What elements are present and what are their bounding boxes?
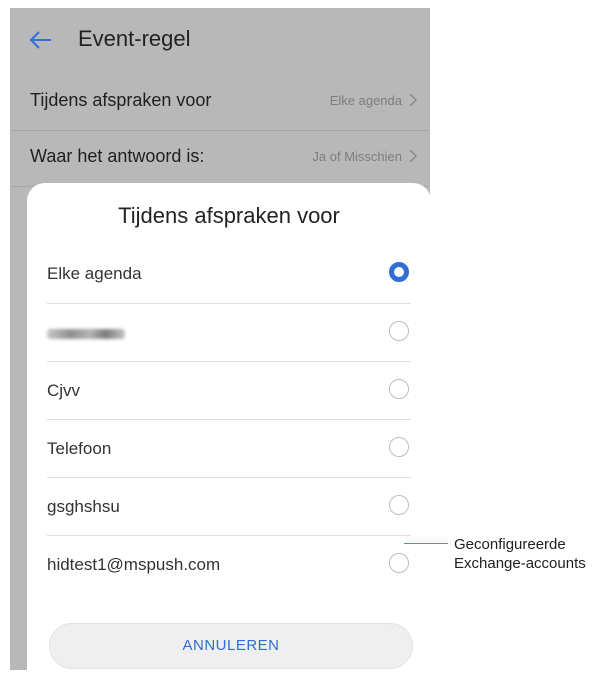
option-item[interactable]: Cjvv <box>47 361 411 420</box>
setting-value: Ja of Misschien <box>312 149 402 164</box>
dialog-title: Tijdens afspraken voor <box>118 203 340 228</box>
option-item[interactable]: Telefoon <box>47 419 411 478</box>
option-item[interactable] <box>47 303 411 362</box>
option-item[interactable]: gsghshsu <box>47 477 411 536</box>
option-label: Telefoon <box>47 439 112 458</box>
phone-screen: Event-regel Tijdens afspraken voor Elke … <box>10 8 430 670</box>
radio-icon[interactable] <box>389 553 409 573</box>
option-label: Elke agenda <box>47 264 142 283</box>
arrow-left-icon[interactable] <box>28 27 54 53</box>
setting-row-response[interactable]: Waar het antwoord is: Ja of Misschien <box>10 130 430 187</box>
option-item[interactable]: Elke agenda <box>47 245 411 303</box>
radio-icon[interactable] <box>389 495 409 515</box>
option-item[interactable]: hidtest1@mspush.com <box>47 535 411 594</box>
chevron-right-icon <box>409 93 418 107</box>
cancel-button[interactable]: ANNULEREN <box>49 623 413 669</box>
callout-line-1: Geconfigureerde <box>454 536 566 553</box>
radio-icon[interactable] <box>389 437 409 457</box>
radio-icon[interactable] <box>389 321 409 341</box>
option-label: hidtest1@mspush.com <box>47 555 221 574</box>
callout-line <box>404 543 448 544</box>
chevron-right-icon <box>409 149 418 163</box>
blurred-account-name <box>47 329 125 339</box>
callout-annotation: Geconfigureerde Exchange-accounts <box>454 535 586 573</box>
setting-row-appointments[interactable]: Tijdens afspraken voor Elke agenda <box>10 74 430 131</box>
calendar-picker-dialog: Tijdens afspraken voor Elke agenda Cjvv … <box>27 183 430 670</box>
option-label: Cjvv <box>47 381 81 400</box>
callout-line-2: Exchange-accounts <box>454 555 586 572</box>
radio-icon[interactable] <box>389 379 409 399</box>
page-title: Event-regel <box>78 26 191 51</box>
setting-value: Elke agenda <box>329 93 402 108</box>
app-bar: Event-regel <box>10 8 430 72</box>
radio-selected-icon[interactable] <box>389 262 409 282</box>
setting-label: Waar het antwoord is: <box>30 146 205 166</box>
setting-label: Tijdens afspraken voor <box>30 90 212 110</box>
option-label: gsghshsu <box>47 497 120 516</box>
